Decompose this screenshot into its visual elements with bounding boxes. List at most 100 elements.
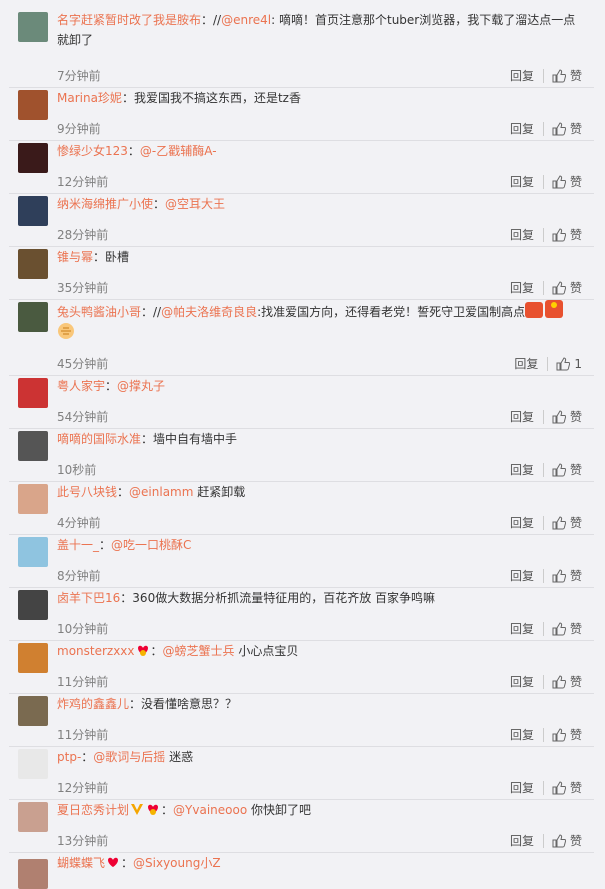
reply-button[interactable]: 回复 xyxy=(510,280,534,296)
comment-text: 迷惑 xyxy=(165,750,194,764)
comment-username[interactable]: 炸鸡的鑫鑫儿 xyxy=(57,697,129,711)
reply-button[interactable]: 回复 xyxy=(510,674,534,690)
comment-username[interactable]: 夏日恋秀计划 xyxy=(57,803,129,817)
comment-content: 锥与幂：卧槽 xyxy=(57,247,582,267)
avatar[interactable] xyxy=(18,302,48,332)
thumb-up-icon xyxy=(552,569,566,583)
mention-link[interactable]: @帕夫洛维奇良良 xyxy=(161,305,257,319)
mention-link[interactable]: @螃芝蟹士兵 xyxy=(163,644,235,658)
thumb-up-icon xyxy=(552,122,566,136)
comment-content: monsterzxxx ：@螃芝蟹士兵 小心点宝贝 xyxy=(57,641,582,661)
comment-username[interactable]: 惨绿少女123 xyxy=(57,144,128,158)
mention-link[interactable]: @撑丸子 xyxy=(117,379,165,393)
verified-v-icon xyxy=(129,801,145,817)
like-label: 赞 xyxy=(569,175,582,189)
mention-link[interactable]: @-乙戳辅酶A- xyxy=(140,144,217,158)
like-button[interactable]: 赞 xyxy=(552,280,582,296)
like-button[interactable]: 赞 xyxy=(552,121,582,137)
comment-username[interactable]: 蝴蝶蝶飞 xyxy=(57,856,105,870)
mention-link[interactable]: @einlamm xyxy=(129,485,193,499)
like-button[interactable]: 1 xyxy=(556,356,582,372)
action-divider xyxy=(542,728,544,742)
like-button[interactable]: 赞 xyxy=(552,780,582,796)
avatar[interactable] xyxy=(18,249,48,279)
avatar[interactable] xyxy=(18,90,48,120)
action-divider xyxy=(542,281,544,295)
action-divider xyxy=(547,357,549,371)
like-button[interactable]: 赞 xyxy=(552,568,582,584)
comment-username[interactable]: monsterzxxx xyxy=(57,644,135,658)
mention-link[interactable]: @Yvaineooo xyxy=(173,803,247,817)
comment-username[interactable]: 盖十一_ xyxy=(57,538,99,552)
comment-time: 13分钟前 xyxy=(57,834,109,848)
avatar[interactable] xyxy=(18,196,48,226)
reply-button[interactable]: 回复 xyxy=(514,356,538,372)
comment-time: 7分钟前 xyxy=(57,69,101,83)
comment-time: 35分钟前 xyxy=(57,281,109,295)
comment-text: :找准爱国方向，还得看老党！誓死守卫爱国制高点 xyxy=(257,305,526,319)
avatar[interactable] xyxy=(18,12,48,42)
mention-link[interactable]: @空耳大王 xyxy=(165,197,225,211)
reply-button[interactable]: 回复 xyxy=(510,621,534,637)
comment-username[interactable]: 纳米海绵推广小使 xyxy=(57,197,153,211)
reply-button[interactable]: 回复 xyxy=(510,121,534,137)
avatar[interactable] xyxy=(18,378,48,408)
like-button[interactable]: 赞 xyxy=(552,833,582,849)
reply-button[interactable]: 回复 xyxy=(510,727,534,743)
comment-content: 卤羊下巴16：360做大数据分析抓流量特征用的，百花齐放 百家争鸣嘛 xyxy=(57,588,582,608)
comment-time: 8分钟前 xyxy=(57,569,101,583)
avatar[interactable] xyxy=(18,802,48,832)
comment-username[interactable]: 名字赶紧暂时改了我是胺布 xyxy=(57,13,201,27)
like-button[interactable]: 赞 xyxy=(552,515,582,531)
comment-username[interactable]: Marina珍妮 xyxy=(57,91,122,105)
comment-separator: ： xyxy=(129,697,142,711)
thumb-up-icon xyxy=(552,622,566,636)
mention-link[interactable]: @enre4l xyxy=(221,13,271,27)
comment-username[interactable]: 此号八块钱 xyxy=(57,485,117,499)
comment-username[interactable]: 嘀嘀的国际水准 xyxy=(57,432,141,446)
reply-button[interactable]: 回复 xyxy=(510,68,534,84)
like-button[interactable]: 赞 xyxy=(552,68,582,84)
reply-button[interactable]: 回复 xyxy=(510,515,534,531)
avatar[interactable] xyxy=(18,537,48,567)
like-button[interactable]: 赞 xyxy=(552,174,582,190)
comment-actions: 回复 1 xyxy=(514,356,582,372)
like-button[interactable]: 赞 xyxy=(552,462,582,478)
avatar[interactable] xyxy=(18,590,48,620)
mention-link[interactable]: @吃一口桃酥C xyxy=(111,538,191,552)
comment-actions: 回复 赞 xyxy=(510,121,582,137)
reply-button[interactable]: 回复 xyxy=(510,227,534,243)
like-button[interactable]: 赞 xyxy=(552,727,582,743)
comment-username[interactable]: 锥与幂 xyxy=(57,250,93,264)
like-button[interactable]: 赞 xyxy=(552,227,582,243)
comment-item: Marina珍妮：我爱国我不搞这东西，还是tz香 9分钟前 回复 赞 xyxy=(9,88,594,141)
like-button[interactable]: 赞 xyxy=(552,674,582,690)
comment-username[interactable]: 兔头鸭酱油小哥 xyxy=(57,305,141,319)
reply-button[interactable]: 回复 xyxy=(510,568,534,584)
action-divider xyxy=(542,175,544,189)
comment-actions: 回复 赞 xyxy=(510,674,582,690)
reply-button[interactable]: 回复 xyxy=(510,174,534,190)
like-button[interactable]: 赞 xyxy=(552,621,582,637)
reply-button[interactable]: 回复 xyxy=(510,409,534,425)
reply-button[interactable]: 回复 xyxy=(510,833,534,849)
thumb-up-icon xyxy=(552,175,566,189)
thumb-up-icon xyxy=(552,728,566,742)
reply-button[interactable]: 回复 xyxy=(510,780,534,796)
comment-item: 兔头鸭酱油小哥：//@帕夫洛维奇良良:找准爱国方向，还得看老党！誓死守卫爱国制高… xyxy=(9,300,594,376)
like-button[interactable]: 赞 xyxy=(552,409,582,425)
avatar[interactable] xyxy=(18,749,48,779)
avatar[interactable] xyxy=(18,143,48,173)
mention-link[interactable]: @Sixyoung小Z xyxy=(133,856,221,870)
comment-username[interactable]: 卤羊下巴16 xyxy=(57,591,120,605)
mention-link[interactable]: @歌词与后摇 xyxy=(93,750,165,764)
avatar[interactable] xyxy=(18,696,48,726)
comment-username[interactable]: 粤人家宇 xyxy=(57,379,105,393)
avatar[interactable] xyxy=(18,643,48,673)
reply-button[interactable]: 回复 xyxy=(510,462,534,478)
comment-time: 10秒前 xyxy=(57,463,97,477)
avatar[interactable] xyxy=(18,431,48,461)
avatar[interactable] xyxy=(18,484,48,514)
comment-username[interactable]: ptp- xyxy=(57,750,81,764)
comment-item: monsterzxxx ：@螃芝蟹士兵 小心点宝贝 11分钟前 回复 赞 xyxy=(9,641,594,694)
